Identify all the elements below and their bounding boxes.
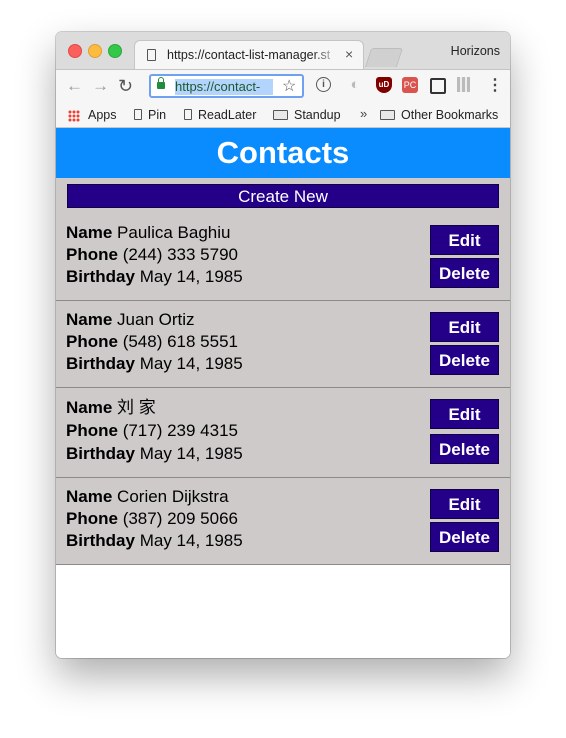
contact-list: Create New Name Paulica Baghiu Phone (24… — [56, 178, 510, 565]
info-extension-icon[interactable]: i — [316, 77, 331, 92]
contact-phone-line: Phone (387) 209 5066 — [66, 508, 243, 530]
bars-extension-icon[interactable] — [457, 77, 470, 92]
bookmark-standup[interactable]: Standup — [273, 108, 341, 122]
contact-fields: Name Corien Dijkstra Phone (387) 209 506… — [66, 486, 243, 552]
contact-birthday-line: Birthday May 14, 1985 — [66, 442, 243, 465]
close-window-button[interactable] — [68, 44, 82, 58]
phone-label: Phone — [66, 421, 118, 440]
url-text[interactable]: https://contact- — [175, 79, 273, 95]
ublock-extension-icon[interactable]: uD — [376, 77, 392, 93]
contact-birthday: May 14, 1985 — [139, 444, 243, 463]
edit-button[interactable]: Edit — [430, 225, 499, 255]
contact-name-line: Name Juan Ortiz — [66, 309, 243, 331]
contact-birthday-line: Birthday May 14, 1985 — [66, 266, 243, 288]
edit-button[interactable]: Edit — [430, 489, 499, 519]
contact-card: Name Corien Dijkstra Phone (387) 209 506… — [56, 478, 510, 565]
page-title: Contacts — [56, 128, 510, 178]
bookmark-star-icon[interactable]: ☆ — [282, 76, 296, 96]
contact-phone: (717) 239 4315 — [122, 421, 239, 440]
document-icon — [134, 109, 142, 120]
address-bar[interactable]: https://contact- ☆ — [149, 74, 304, 98]
bookmark-pin-label: Pin — [148, 108, 167, 122]
delete-button[interactable]: Delete — [430, 522, 499, 552]
browser-menu-icon[interactable]: ⋮ — [487, 76, 503, 96]
minimize-window-button[interactable] — [88, 44, 102, 58]
bookmark-readlater-label: ReadLater — [198, 108, 257, 122]
new-tab-button[interactable] — [364, 48, 404, 67]
contact-birthday-line: Birthday May 14, 1985 — [66, 353, 243, 375]
name-label: Name — [66, 223, 113, 242]
contact-name: 刘 家 — [117, 398, 156, 417]
contact-fields: Name Paulica Baghiu Phone (244) 333 5790… — [66, 222, 243, 288]
contact-phone: (548) 618 5551 — [122, 332, 239, 351]
delete-button[interactable]: Delete — [430, 345, 499, 375]
lock-icon — [157, 77, 165, 89]
contact-card: Name Paulica Baghiu Phone (244) 333 5790… — [56, 214, 510, 301]
birthday-label: Birthday — [66, 444, 135, 463]
name-label: Name — [66, 487, 113, 506]
contact-name-line: Name Corien Dijkstra — [66, 486, 243, 508]
apps-grid-icon — [68, 110, 80, 122]
contact-birthday: May 14, 1985 — [139, 354, 243, 373]
name-label: Name — [66, 310, 113, 329]
tab-title: https://contact-list-manager.st — [167, 48, 331, 62]
folder-icon — [273, 110, 288, 120]
more-bookmarks-chevron-icon[interactable]: » — [360, 106, 367, 121]
birthday-label: Birthday — [66, 354, 135, 373]
name-label: Name — [66, 398, 113, 417]
contact-name: Juan Ortiz — [117, 310, 195, 329]
folder-icon — [380, 110, 395, 120]
bookmark-other-label: Other Bookmarks — [401, 108, 499, 122]
document-icon — [184, 109, 192, 120]
edit-button[interactable]: Edit — [430, 312, 499, 342]
bookmark-other[interactable]: Other Bookmarks — [380, 108, 498, 122]
browser-toolbar: ← → ↻ https://contact- ☆ i ◐ uD PC ⋮ — [56, 69, 510, 103]
contact-card: Name 刘 家 Phone (717) 239 4315 Birthday M… — [56, 388, 510, 478]
contact-phone: (244) 333 5790 — [122, 245, 239, 264]
delete-button[interactable]: Delete — [430, 258, 499, 288]
contact-birthday: May 14, 1985 — [139, 267, 243, 286]
browser-window: https://contact-list-manager.st × Horizo… — [56, 32, 510, 658]
copy-extension-icon[interactable] — [430, 78, 446, 94]
tab-strip: https://contact-list-manager.st × Horizo… — [56, 32, 510, 69]
dark-mode-extension-icon[interactable]: ◐ — [347, 77, 363, 93]
forward-arrow-icon[interactable]: → — [92, 76, 109, 96]
contact-name: Corien Dijkstra — [117, 487, 229, 506]
birthday-label: Birthday — [66, 531, 135, 550]
contact-phone-line: Phone (548) 618 5551 — [66, 331, 243, 353]
contact-phone-line: Phone (717) 239 4315 — [66, 419, 243, 442]
maximize-window-button[interactable] — [108, 44, 122, 58]
contact-phone: (387) 209 5066 — [122, 509, 239, 528]
phone-label: Phone — [66, 509, 118, 528]
contact-fields: Name Juan Ortiz Phone (548) 618 5551 Bir… — [66, 309, 243, 375]
contact-card: Name Juan Ortiz Phone (548) 618 5551 Bir… — [56, 301, 510, 388]
bookmark-pin[interactable]: Pin — [134, 108, 166, 122]
back-arrow-icon[interactable]: ← — [66, 76, 83, 96]
contact-fields: Name 刘 家 Phone (717) 239 4315 Birthday M… — [66, 396, 243, 465]
bookmarks-bar: Apps Pin ReadLater Standup » Other Bookm… — [56, 103, 510, 128]
contact-name: Paulica Baghiu — [117, 223, 231, 242]
contact-name-line: Name Paulica Baghiu — [66, 222, 243, 244]
reload-icon[interactable]: ↻ — [118, 76, 133, 96]
phone-label: Phone — [66, 245, 118, 264]
page-viewport: Contacts Create New Name Paulica Baghiu … — [56, 128, 510, 658]
page-icon — [147, 49, 156, 61]
create-new-button[interactable]: Create New — [67, 184, 499, 208]
profile-name[interactable]: Horizons — [451, 44, 500, 58]
bookmark-readlater[interactable]: ReadLater — [184, 108, 256, 122]
phone-label: Phone — [66, 332, 118, 351]
pen-extension-icon[interactable]: PC — [402, 77, 418, 93]
edit-button[interactable]: Edit — [430, 399, 499, 429]
tab-close-icon[interactable]: × — [345, 46, 353, 62]
contact-birthday: May 14, 1985 — [139, 531, 243, 550]
contact-birthday-line: Birthday May 14, 1985 — [66, 530, 243, 552]
contact-name-line: Name 刘 家 — [66, 396, 243, 419]
contact-phone-line: Phone (244) 333 5790 — [66, 244, 243, 266]
delete-button[interactable]: Delete — [430, 434, 499, 464]
birthday-label: Birthday — [66, 267, 135, 286]
browser-tab[interactable]: https://contact-list-manager.st × — [134, 40, 364, 69]
bookmark-apps[interactable]: Apps — [88, 108, 117, 122]
bookmark-standup-label: Standup — [294, 108, 341, 122]
